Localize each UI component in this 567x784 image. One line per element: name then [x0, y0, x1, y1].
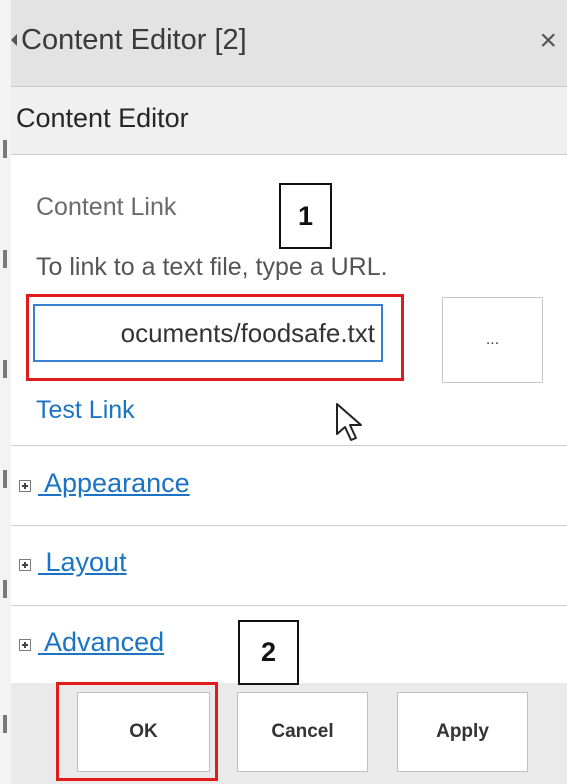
close-icon[interactable]: × — [539, 24, 557, 58]
edge-marker — [3, 250, 7, 268]
section-header: Content Editor — [11, 87, 567, 155]
ok-highlight-box — [56, 682, 218, 781]
layout-section: Layout — [11, 526, 567, 606]
expand-plus-icon[interactable] — [19, 639, 31, 651]
edge-marker — [3, 470, 7, 488]
content-editor-panel: Content Editor [2] × Content Editor Cont… — [11, 0, 567, 784]
edge-marker — [3, 580, 7, 598]
step-1-label: 1 — [279, 183, 332, 249]
step-2-label: 2 — [238, 620, 299, 685]
triangle-left-icon[interactable] — [11, 34, 17, 46]
appearance-section: Appearance — [11, 446, 567, 526]
apply-button[interactable]: Apply — [397, 692, 528, 772]
mouse-pointer-icon — [336, 403, 362, 441]
browse-button[interactable]: ... — [442, 297, 543, 383]
test-link[interactable]: Test Link — [36, 396, 135, 425]
input-highlight-box — [26, 294, 404, 381]
content-link-label: Content Link — [36, 193, 177, 221]
cancel-button[interactable]: Cancel — [237, 692, 368, 772]
advanced-link[interactable]: Advanced — [38, 627, 164, 658]
expand-plus-icon[interactable] — [19, 559, 31, 571]
section-header-label: Content Editor — [16, 103, 189, 133]
edge-marker — [3, 140, 7, 158]
edge-marker — [3, 360, 7, 378]
appearance-link[interactable]: Appearance — [38, 468, 190, 499]
panel-title: Content Editor [2] — [21, 24, 247, 56]
edge-marker — [3, 715, 7, 733]
content-link-description: To link to a text file, type a URL. — [36, 253, 388, 281]
expand-plus-icon[interactable] — [19, 480, 31, 492]
layout-link[interactable]: Layout — [38, 547, 127, 578]
panel-title-bar: Content Editor [2] × — [11, 0, 567, 87]
